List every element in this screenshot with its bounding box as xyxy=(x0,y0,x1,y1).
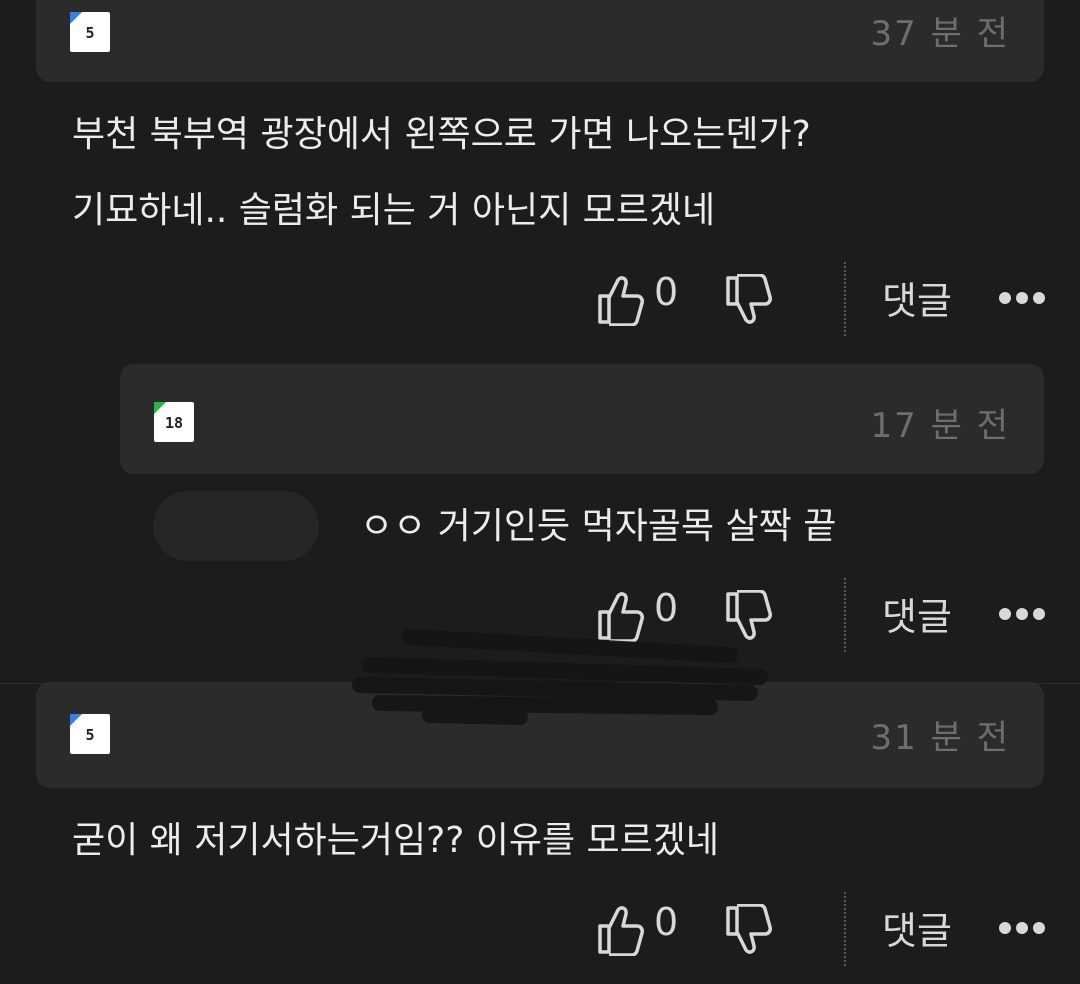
reply-button[interactable]: 댓글 xyxy=(882,586,952,641)
thumbs-up-icon[interactable] xyxy=(596,904,644,956)
comment-text-line: 기묘하네.. 슬럼화 되는 거 아닌지 모르겠네 xyxy=(72,190,716,231)
comment-time: 17 분 전 xyxy=(870,406,1010,446)
action-divider xyxy=(844,262,846,336)
like-count: 0 xyxy=(654,586,679,630)
more-dots-icon[interactable] xyxy=(998,290,1046,306)
more-dots-icon[interactable] xyxy=(998,920,1046,936)
action-divider xyxy=(844,892,846,966)
comment-text: ㅇㅇ 거기인듯 먹자골목 살짝 끝 xyxy=(360,506,837,547)
level-badge: 5 xyxy=(70,12,110,52)
level-badge: 18 xyxy=(154,402,194,442)
thumbs-down-icon[interactable] xyxy=(724,274,772,326)
comment-thread: 5 37 분 전 부천 북부역 광장에서 왼쪽으로 가면 나오는덴가? 기묘하네… xyxy=(0,0,1080,984)
like-count: 0 xyxy=(654,270,679,314)
like-count: 0 xyxy=(654,900,679,944)
comment-actions: 0 댓글 xyxy=(590,262,1060,336)
thumbs-up-icon[interactable] xyxy=(596,274,644,326)
thumbs-down-icon[interactable] xyxy=(724,904,772,956)
redacted-mention xyxy=(153,491,319,561)
comment-text: 굳이 왜 저기서하는거임?? 이유를 모르겠네 xyxy=(72,820,720,861)
reply-button[interactable]: 댓글 xyxy=(882,270,952,325)
more-dots-icon[interactable] xyxy=(998,606,1046,622)
redaction-scribble xyxy=(352,629,768,725)
level-badge: 5 xyxy=(70,714,110,754)
comment-actions: 0 댓글 xyxy=(590,892,1060,966)
comment-time: 31 분 전 xyxy=(870,718,1010,758)
reply-button[interactable]: 댓글 xyxy=(882,900,952,955)
comment-time: 37 분 전 xyxy=(870,14,1010,54)
reply-header: 18 17 분 전 xyxy=(120,364,1044,474)
comment-header: 5 37 분 전 xyxy=(36,0,1044,82)
action-divider xyxy=(844,578,846,652)
comment-text-line: 부천 북부역 광장에서 왼쪽으로 가면 나오는덴가? xyxy=(72,114,811,155)
